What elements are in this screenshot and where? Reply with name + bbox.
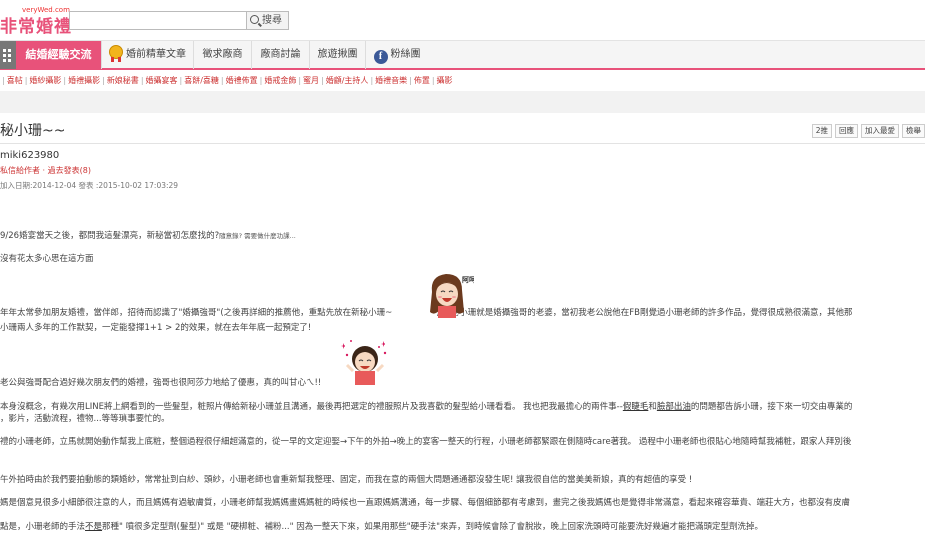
breadcrumb-bar [0, 91, 925, 113]
subnav-link[interactable]: 婚戒金飾 [264, 76, 296, 85]
link-eyelashes[interactable]: 假睫毛 [623, 402, 649, 412]
subnav-link[interactable]: 攝影 [437, 76, 453, 85]
post-actions: 2推 回應 加入最愛 檢舉 [809, 124, 925, 138]
report-button[interactable]: 檢舉 [902, 124, 925, 138]
paragraph: 小珊兩人多年的工作默契，一定能發揮1+1 > 2的效果，就在去年年底一起預定了! [0, 323, 312, 333]
subnav-link[interactable]: 婚紗攝影 [29, 76, 61, 85]
subnav-link[interactable]: 喜餅/喜糖 [184, 76, 219, 85]
nav-tab-travel-group[interactable]: 旅遊揪團 [310, 41, 366, 69]
subnav-link[interactable]: 婚禮佈置 [226, 76, 258, 85]
grid-menu-icon[interactable] [0, 41, 16, 69]
paragraph: 本身沒概念，有幾次用LINE將上網看到的一些髮型，粧照片傳給新秘小珊並且溝通，最… [0, 402, 853, 412]
subnav-link[interactable]: 婚禮攝影 [68, 76, 100, 85]
nav-tab-vendors-wanted[interactable]: 徵求廠商 [194, 41, 252, 69]
paragraph: 媽是個意見很多小細節很注意的人，而且媽媽有過敏膚質，小珊老師幫我媽媽畫媽媽粧的時… [0, 498, 851, 508]
paragraph: 沒有花太多心思在這方面 [0, 254, 94, 264]
search-button-label: 搜尋 [262, 15, 282, 26]
sticker-caption: 阿呵 [462, 275, 474, 284]
link-oily-face[interactable]: 臉部出油 [657, 402, 691, 412]
post-title: 秘小珊~~ [0, 123, 66, 139]
author-name[interactable]: miki623980 [0, 150, 59, 161]
nav-tab-vendor-discussion[interactable]: 廠商討論 [252, 41, 310, 69]
push-button[interactable]: 2推 [811, 124, 832, 138]
post-dates: 加入日期:2014-12-04 發表 :2015-10-02 17:03:29 [0, 181, 179, 190]
paragraph: 點是，小珊老師的手法不是那種" 噴很多定型劑(髮型)" 或是 "硬梆粧、補粉..… [0, 522, 764, 532]
author-links[interactable]: 私信給作者 · 過去發表(8) [0, 165, 91, 176]
cheering-girl-sticker [341, 340, 387, 385]
divider [0, 143, 925, 144]
sub-nav: | 喜帖 | 婚紗攝影 | 婚禮攝影 | 新娘秘書 | 婚攝宴客 | 喜餅/喜糖 | 婚禮佈置 | 婚戒金飾 |… [2, 76, 453, 85]
paragraph: 9/26婚宴當天之後，都問我這髮漂亮，新秘當初怎麼找的?隨意錄? 需要做什麼功課… [0, 231, 296, 241]
paragraph: ，影片，活動流程，禮物...等等瑣事要忙的。 [0, 414, 170, 424]
reply-button[interactable]: 回應 [835, 124, 858, 138]
site-logo[interactable]: 非常婚禮 [0, 12, 72, 37]
subnav-link[interactable]: 新娘秘書 [107, 76, 139, 85]
paragraph: 午外拍時由於我們要拍動態的類婚紗，常常扯到白紗、頭紗，小珊老師也會重新幫我整理、… [0, 475, 693, 485]
facebook-icon: f [373, 50, 388, 64]
medal-icon [109, 45, 123, 62]
search-icon [250, 15, 259, 24]
subnav-link[interactable]: 蜜月 [303, 76, 319, 85]
nav-tab-articles-label: 婚前精華文章 [126, 49, 186, 60]
favorite-button[interactable]: 加入最愛 [861, 124, 899, 138]
nav-tab-fan-page-label: 粉絲團 [390, 49, 421, 60]
nav-tab-fan-page[interactable]: f 粉絲團 [366, 41, 428, 69]
top-bar: veryWed.com 非常婚禮 搜尋 [0, 0, 925, 40]
paragraph: 禮的小珊老師，立馬就開始動作幫我上底粧，整個過程很仔細超滿意的，從一早的文定迎娶… [0, 437, 852, 447]
subnav-link[interactable]: 婚禮音樂 [375, 76, 407, 85]
subnav-link[interactable]: 喜帖 [7, 76, 23, 85]
laughing-girl-sticker: 阿呵 [430, 274, 474, 318]
nav-tab-experience[interactable]: 結婚經驗交流 [16, 41, 102, 69]
subnav-link[interactable]: 佈置 [414, 76, 430, 85]
subnav-link[interactable]: 婚顧/主持人 [326, 76, 369, 85]
nav-tab-articles[interactable]: 婚前精華文章 [102, 41, 194, 69]
main-nav: 結婚經驗交流 婚前精華文章 徵求廠商 廠商討論 旅遊揪團 f 粉絲團 [0, 40, 925, 70]
paragraph: 老公與強哥配合過好幾次朋友們的婚禮，強哥也很阿莎力地給了優惠，真的叫甘心ㄟ!! [0, 378, 322, 388]
search-input[interactable] [69, 11, 247, 30]
search-button[interactable]: 搜尋 [247, 11, 289, 30]
subnav-link[interactable]: 婚攝宴客 [146, 76, 178, 85]
